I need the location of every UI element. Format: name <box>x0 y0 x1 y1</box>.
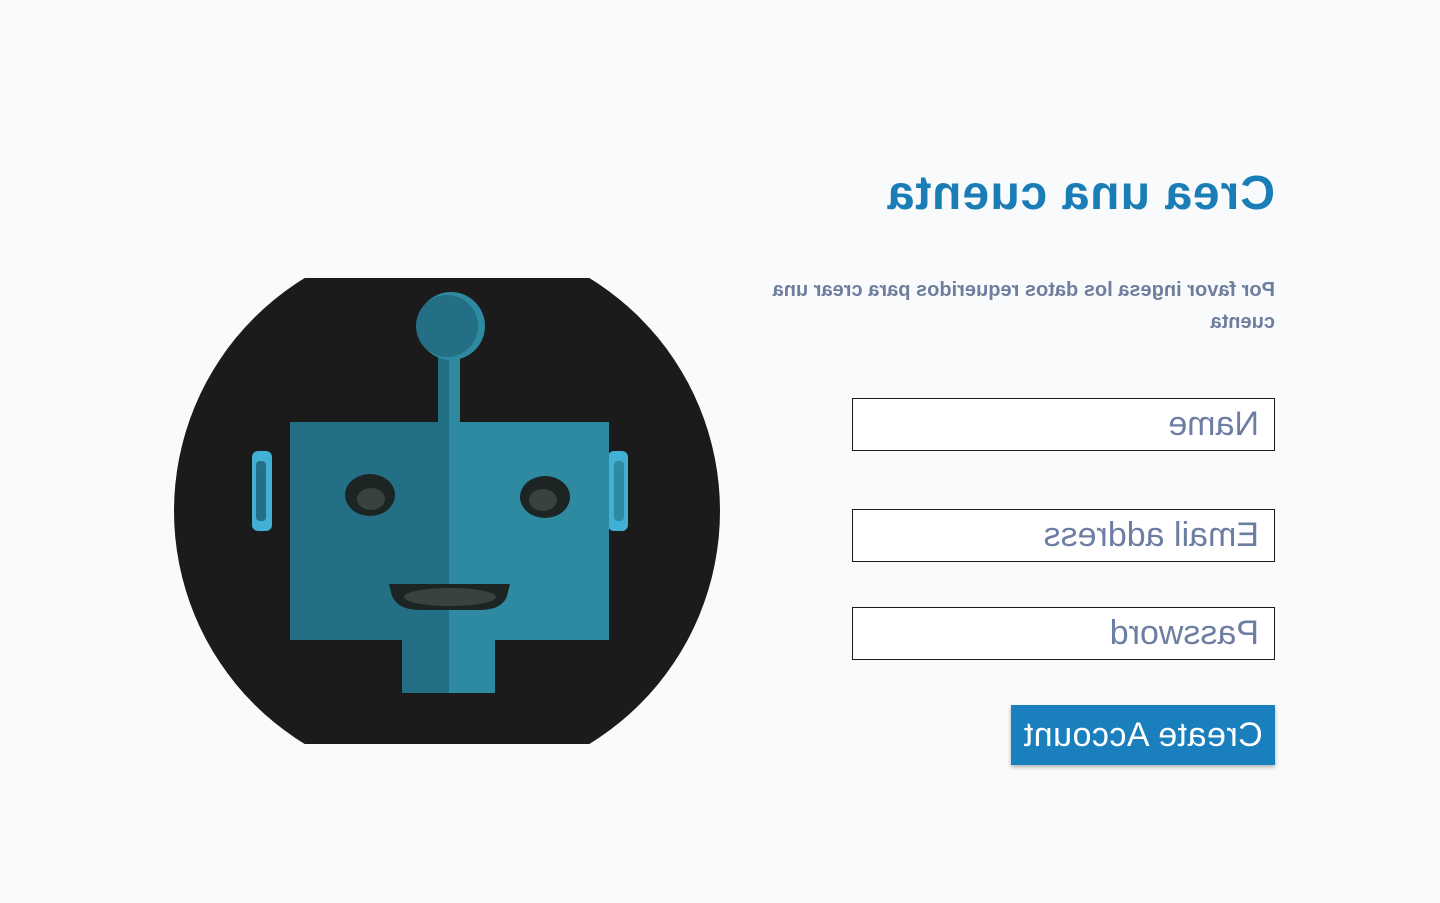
create-account-form: Crea una cuenta Por favor ingesa los dat… <box>751 0 1275 903</box>
create-account-button[interactable]: Create Account <box>1011 705 1275 765</box>
robot-illustration <box>174 278 720 744</box>
name-field[interactable] <box>852 398 1275 451</box>
page-stage: Crea una cuenta Por favor ingesa los dat… <box>0 0 1440 903</box>
robot-head-icon <box>174 278 720 744</box>
email-field[interactable] <box>852 509 1275 562</box>
password-field[interactable] <box>852 607 1275 660</box>
page-title: Crea una cuenta <box>886 167 1275 220</box>
form-subtitle: Por favor ingesa los datos requeridos pa… <box>772 279 1275 333</box>
